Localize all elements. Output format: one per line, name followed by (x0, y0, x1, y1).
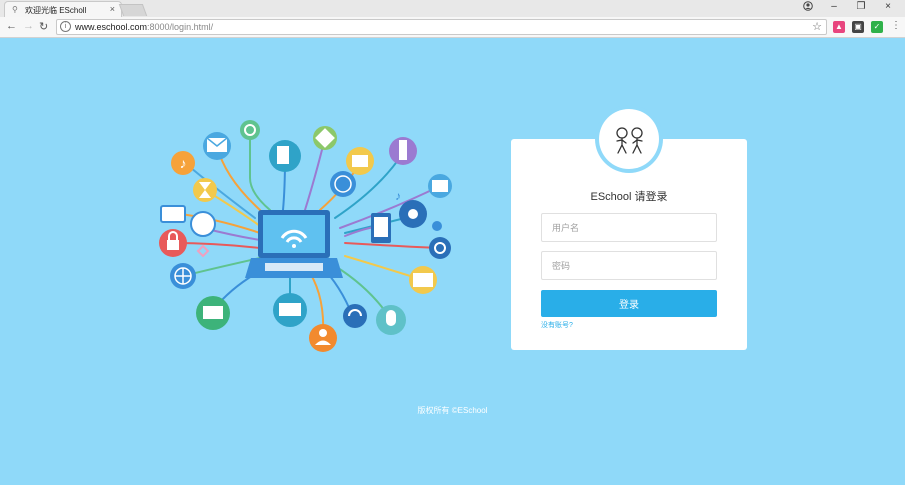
reload-icon[interactable]: ↻ (39, 20, 48, 33)
bookmark-star-icon[interactable]: ☆ (812, 20, 822, 33)
new-tab-button[interactable] (118, 4, 148, 16)
browser-toolbar: ← → ↻ i www.eschool.com:8000/login.html/… (0, 17, 905, 38)
address-bar[interactable]: i www.eschool.com:8000/login.html/ ☆ (56, 19, 827, 35)
window-restore-button[interactable]: ❐ (853, 1, 869, 12)
forward-arrow-icon[interactable]: → (23, 20, 34, 32)
url-text[interactable]: www.eschool.com:8000/login.html/ (75, 22, 213, 32)
browser-tab-strip: ⚲ 欢迎光临 EScholl × – ❐ × (0, 0, 905, 17)
login-button[interactable]: 登录 (541, 290, 717, 317)
window-minimize-button[interactable]: – (826, 1, 842, 12)
extension-b-icon[interactable]: ▣ (852, 21, 864, 33)
svg-text:♪: ♪ (180, 155, 187, 171)
password-input[interactable] (541, 251, 717, 280)
footer-copyright: 版权所有 ©ESchool (417, 406, 488, 415)
extension-a-icon[interactable]: ▲ (833, 21, 845, 33)
profile-icon[interactable] (800, 1, 816, 14)
browser-tab[interactable]: ⚲ 欢迎光临 EScholl × (4, 1, 122, 17)
page-favicon-icon: ⚲ (12, 5, 18, 14)
register-link[interactable]: 没有账号? (541, 320, 573, 330)
network-devices-illustration: ♪ ♪ (159, 120, 452, 352)
avatar-ring (595, 105, 663, 173)
tab-title: 欢迎光临 EScholl (25, 6, 87, 15)
two-people-icon (616, 127, 643, 154)
browser-menu-icon[interactable]: ⋮ (891, 20, 901, 31)
login-title: ESchool 请登录 (590, 191, 668, 203)
back-arrow-icon[interactable]: ← (6, 20, 17, 32)
site-info-icon[interactable]: i (60, 21, 71, 32)
avatar (599, 109, 659, 169)
tab-close-icon[interactable]: × (110, 4, 115, 14)
username-input[interactable] (541, 213, 717, 242)
svg-text:♪: ♪ (395, 189, 401, 203)
extension-shield-icon[interactable]: ✓ (871, 21, 883, 33)
window-close-button[interactable]: × (880, 1, 896, 12)
